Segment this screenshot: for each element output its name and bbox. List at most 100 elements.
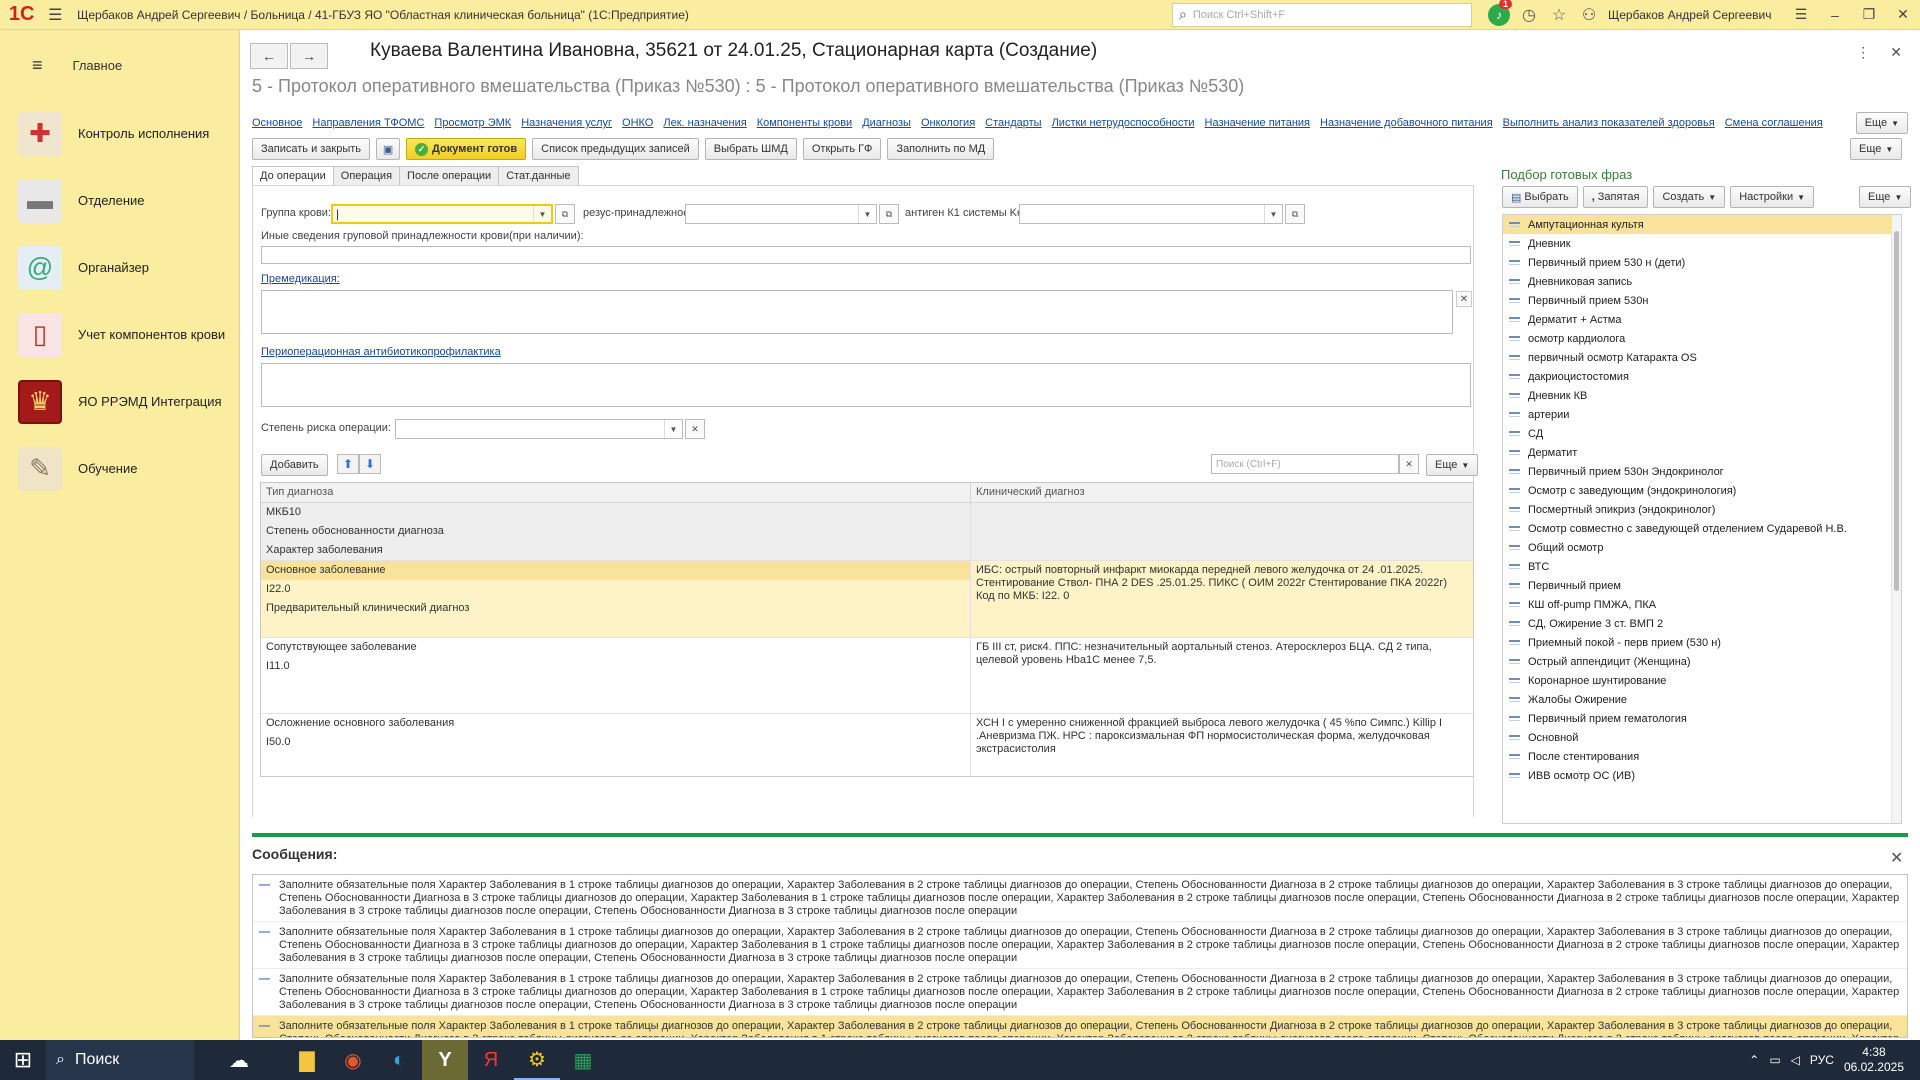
- notifications-button[interactable]: ♪ 1: [1484, 0, 1514, 26]
- phrase-item[interactable]: Дневник: [1503, 234, 1901, 253]
- link-standards[interactable]: Стандарты: [985, 117, 1041, 129]
- phrase-item[interactable]: ИВВ осмотр ОС (ИВ): [1503, 766, 1901, 785]
- phrase-item[interactable]: осмотр кардиолога: [1503, 329, 1901, 348]
- phrase-create-button[interactable]: Создать ▼: [1653, 186, 1726, 208]
- phrase-item[interactable]: Дневниковая запись: [1503, 272, 1901, 291]
- cell-validity[interactable]: Предварительный клинический диагноз: [261, 599, 970, 618]
- prev-records-button[interactable]: Список предыдущих записей: [532, 138, 699, 160]
- cell-type[interactable]: Осложнение основного заболевания: [261, 714, 970, 733]
- close-window-icon[interactable]: ✕: [1886, 6, 1920, 23]
- link-emk[interactable]: Просмотр ЭМК: [434, 117, 511, 129]
- phrase-item[interactable]: Первичный прием гематология: [1503, 709, 1901, 728]
- save-button[interactable]: ▣: [376, 138, 401, 160]
- chevron-down-icon[interactable]: ▼: [533, 206, 551, 222]
- sidebar-item-training[interactable]: ✎ Обучение: [0, 435, 239, 502]
- tab-stat-data[interactable]: Стат.данные: [498, 166, 579, 186]
- cell-mkb[interactable]: I22.0: [261, 580, 970, 599]
- cell-type[interactable]: Основное заболевание: [261, 561, 970, 580]
- sidebar-item-department[interactable]: ▬ Отделение: [0, 167, 239, 234]
- table-row[interactable]: МКБ10 Степень обоснованности диагноза Ха…: [261, 503, 1473, 561]
- fill-md-button[interactable]: Заполнить по МД: [887, 138, 995, 160]
- move-up-icon[interactable]: ⬆: [337, 454, 359, 474]
- yandex-icon[interactable]: Я: [468, 1040, 514, 1080]
- edge-icon[interactable]: ◐: [376, 1040, 422, 1080]
- premed-link[interactable]: Премедикация:: [261, 273, 340, 285]
- phrase-item[interactable]: Ампутационная культя: [1503, 215, 1901, 234]
- sidebar-item-remd[interactable]: ♛ ЯО РРЭМД Интеграция: [0, 368, 239, 435]
- tab-after-operation[interactable]: После операции: [399, 166, 500, 186]
- phrase-settings-button[interactable]: Настройки ▼: [1730, 186, 1815, 208]
- link-sick-leave[interactable]: Листки нетрудоспособности: [1052, 117, 1195, 129]
- history-icon[interactable]: ◷: [1514, 5, 1544, 25]
- phrase-item[interactable]: Коронарное шунтирование: [1503, 671, 1901, 690]
- yandex-browser-icon[interactable]: Y: [422, 1040, 468, 1080]
- more-actions-button[interactable]: Еще ▼: [1850, 138, 1903, 160]
- chevron-down-icon[interactable]: ▼: [1264, 205, 1282, 223]
- phrase-item[interactable]: КШ off-pump ПМЖА, ПКА: [1503, 595, 1901, 614]
- col-clinical[interactable]: Клинический диагноз: [971, 483, 1090, 502]
- minimize-icon[interactable]: –: [1818, 7, 1852, 23]
- open-icon[interactable]: ⧉: [555, 204, 575, 224]
- clear-search-icon[interactable]: ✕: [1399, 454, 1419, 474]
- cell-nature[interactable]: Характер заболевания: [261, 541, 970, 560]
- phrase-item[interactable]: Первичный прием 530н: [1503, 291, 1901, 310]
- link-health-analysis[interactable]: Выполнить анализ показателей здоровья: [1503, 117, 1715, 129]
- link-diagnoses[interactable]: Диагнозы: [862, 117, 911, 129]
- widgets-icon[interactable]: ☁: [194, 1040, 284, 1080]
- cell-clinical[interactable]: ХСН I с умеренно сниженной фракцией выбр…: [971, 714, 1473, 776]
- volume-icon[interactable]: ◁: [1791, 1053, 1800, 1067]
- phrase-item[interactable]: Жалобы Ожирение: [1503, 690, 1901, 709]
- rh-field[interactable]: ▼: [685, 204, 877, 224]
- sidebar-item-main[interactable]: ≡ Главное: [0, 30, 239, 100]
- phrase-item[interactable]: Приемный покой - перв прием (530 н): [1503, 633, 1901, 652]
- move-down-icon[interactable]: ⬇: [359, 454, 381, 474]
- antibio-link[interactable]: Периоперационная антибиотикопрофилактика: [261, 346, 501, 358]
- phrase-item[interactable]: артерии: [1503, 405, 1901, 424]
- open-icon[interactable]: ⧉: [1285, 204, 1305, 224]
- phrase-item[interactable]: Острый аппендицит (Женщина): [1503, 652, 1901, 671]
- phrase-item[interactable]: После стентирования: [1503, 747, 1901, 766]
- user-icon[interactable]: ⚇: [1574, 5, 1604, 25]
- more-links-button[interactable]: Еще ▼: [1855, 112, 1908, 134]
- cell-mkb[interactable]: I11.0: [261, 657, 970, 676]
- col-type[interactable]: Тип диагноза: [261, 483, 971, 502]
- tray-chevron-icon[interactable]: ⌃: [1749, 1053, 1759, 1067]
- more-table-button[interactable]: Еще ▼: [1426, 454, 1479, 476]
- clear-icon[interactable]: ✕: [1456, 291, 1472, 307]
- link-services[interactable]: Назначения услуг: [521, 117, 612, 129]
- sidebar-item-control[interactable]: ✚ Контроль исполнения: [0, 100, 239, 167]
- phrase-select-button[interactable]: ▤ Выбрать: [1502, 186, 1578, 208]
- link-nutrition[interactable]: Назначение питания: [1205, 117, 1310, 129]
- save-close-button[interactable]: Записать и закрыть: [252, 138, 371, 160]
- chevron-down-icon[interactable]: ▼: [858, 205, 876, 223]
- kell-field[interactable]: ▼: [1019, 204, 1283, 224]
- other-blood-field[interactable]: [261, 246, 1471, 264]
- phrase-item[interactable]: Посмертный эпикриз (эндокринолог): [1503, 500, 1901, 519]
- link-extra-nutrition[interactable]: Назначение добавочного питания: [1320, 117, 1493, 129]
- tab-before-operation[interactable]: До операции: [252, 166, 334, 186]
- 1c-app-icon[interactable]: ⚙: [514, 1040, 560, 1080]
- document-ready-button[interactable]: ✓ Документ готов: [406, 138, 527, 160]
- phrase-item[interactable]: дакриоцистостомия: [1503, 367, 1901, 386]
- forward-button[interactable]: →: [290, 43, 328, 69]
- phrase-item[interactable]: Осмотр совместно с заведующей отделением…: [1503, 519, 1901, 538]
- cell-validity[interactable]: Степень обоснованности диагноза: [261, 522, 970, 541]
- message-item[interactable]: — Заполните обязательные поля Характер За…: [253, 922, 1907, 969]
- open-icon[interactable]: ⧉: [879, 204, 899, 224]
- cell-mkb[interactable]: I50.0: [261, 733, 970, 752]
- close-messages-icon[interactable]: ✕: [1890, 848, 1903, 868]
- 1c-logo[interactable]: 1С: [0, 0, 43, 30]
- cell-clinical[interactable]: ГБ III ст, риск4. ППС: незначительный ао…: [971, 638, 1473, 713]
- cell-clinical[interactable]: ИБС: острый повторный инфаркт миокарда п…: [971, 561, 1473, 637]
- cell-clinical[interactable]: [971, 503, 1473, 560]
- message-item[interactable]: — Заполните обязательные поля Характер За…: [253, 969, 1907, 1016]
- link-change-agreement[interactable]: Смена соглашения: [1725, 117, 1823, 129]
- phrase-item[interactable]: Дневник КВ: [1503, 386, 1901, 405]
- tab-operation[interactable]: Операция: [332, 166, 401, 186]
- phrase-item[interactable]: первичный осмотр Катаракта OS: [1503, 348, 1901, 367]
- close-form-icon[interactable]: ✕: [1890, 44, 1902, 61]
- phrase-item[interactable]: Осмотр с заведующим (эндокринология): [1503, 481, 1901, 500]
- global-search-input[interactable]: ⌕ Поиск Ctrl+Shift+F: [1172, 2, 1472, 27]
- windows-start-icon[interactable]: ⊞: [0, 1040, 46, 1080]
- back-button[interactable]: ←: [250, 43, 288, 69]
